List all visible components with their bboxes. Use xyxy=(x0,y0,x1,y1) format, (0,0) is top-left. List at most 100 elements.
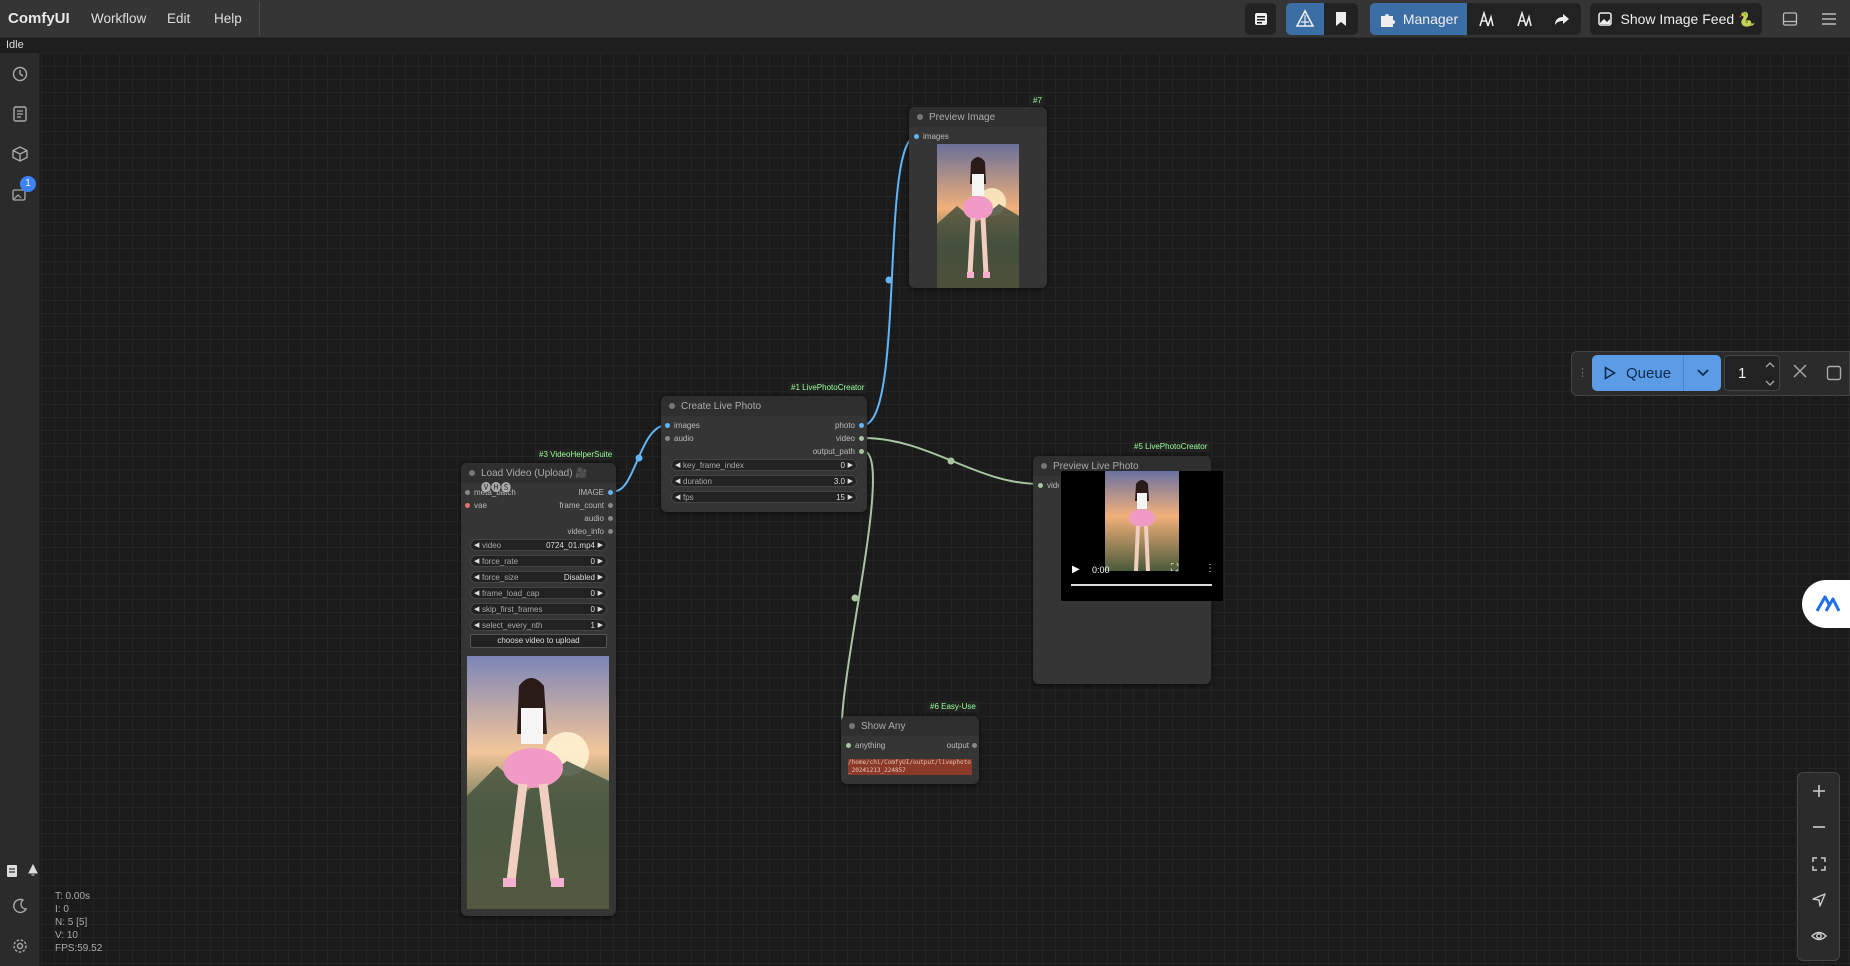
bookmark-button[interactable] xyxy=(1324,3,1358,35)
menu-help[interactable]: Help xyxy=(214,11,242,26)
input-slot-dot[interactable] xyxy=(465,503,470,508)
puzzle-icon xyxy=(1380,13,1395,27)
batch-count-input[interactable]: 1 xyxy=(1724,355,1780,391)
canvas-controls xyxy=(1797,772,1840,961)
play-icon[interactable]: ▶ xyxy=(1072,564,1080,575)
input-slot-dot[interactable] xyxy=(665,423,670,428)
minus-icon xyxy=(1813,826,1825,828)
collapse-dot[interactable] xyxy=(669,403,675,409)
workflow-list-button[interactable] xyxy=(1245,3,1276,35)
more-options-icon[interactable]: ⋮ xyxy=(1205,563,1215,574)
queue-history-button[interactable] xyxy=(9,63,31,85)
assistant-floating-button[interactable] xyxy=(1802,580,1850,628)
widget-force-rate[interactable]: ◀ force_rate 0 ▶ xyxy=(470,555,607,567)
input-slot-dot[interactable] xyxy=(914,134,919,139)
output-slot-dot[interactable] xyxy=(608,490,613,495)
model-library-button[interactable] xyxy=(9,143,31,165)
select-mode-button[interactable] xyxy=(1808,889,1830,911)
collapse-dot[interactable] xyxy=(849,723,855,729)
toggle-link-button[interactable] xyxy=(1286,3,1324,35)
share-arrow-icon xyxy=(1555,14,1569,25)
drag-handle[interactable]: ⋮ xyxy=(1577,366,1588,379)
top-menu-bar: ComfyUI Workflow Edit Help Manager Show … xyxy=(0,0,1850,38)
model-manager-button[interactable] xyxy=(1467,3,1505,35)
queue-mode-dropdown[interactable] xyxy=(1683,355,1721,391)
show-any-node[interactable]: Show Any anything output /home/chi/Comfy… xyxy=(841,716,979,784)
preview-image-thumbnail xyxy=(937,144,1019,288)
snapshot-button[interactable] xyxy=(1505,3,1543,35)
menu-workflow[interactable]: Workflow xyxy=(91,11,146,26)
output-slot-dot[interactable] xyxy=(608,516,613,521)
cancel-queue-button[interactable] xyxy=(1792,363,1812,383)
show-image-feed-button[interactable]: Show Image Feed 🐍 xyxy=(1590,3,1762,35)
fullscreen-icon[interactable]: ⛶ xyxy=(1171,563,1178,574)
stop-button[interactable] xyxy=(1826,365,1843,382)
widget-force-size[interactable]: ◀ force_size Disabled ▶ xyxy=(470,571,607,583)
choose-video-upload-button[interactable]: choose video to upload xyxy=(470,634,607,648)
widget-duration[interactable]: ◀ duration 3.0 ▶ xyxy=(671,475,857,487)
status-strip: Idle xyxy=(0,38,1850,53)
moon-icon xyxy=(13,898,28,914)
video-progress-bar[interactable] xyxy=(1071,584,1212,586)
output-slot-dot[interactable] xyxy=(859,449,864,454)
create-live-photo-node[interactable]: Create Live Photo images audio photo vid… xyxy=(661,396,867,512)
chevron-up-icon xyxy=(1765,362,1775,368)
load-video-node[interactable]: Load Video (Upload) 🎥🅥🅗🅢 meta_batch vae … xyxy=(461,463,616,916)
output-slot-dot[interactable] xyxy=(859,436,864,441)
manager-label: Manager xyxy=(1402,11,1459,27)
collapse-dot[interactable] xyxy=(917,114,923,120)
video-player[interactable]: ▶ 0:00 ⛶ ⋮ xyxy=(1061,471,1223,601)
close-icon xyxy=(1793,364,1807,378)
status-text: Idle xyxy=(6,39,24,51)
preview-image-node[interactable]: Preview Image images xyxy=(909,107,1047,288)
toggle-links-visibility-button[interactable] xyxy=(1808,925,1830,947)
node-library-button[interactable] xyxy=(9,103,31,125)
widget-fps[interactable]: ◀ fps 15 ▶ xyxy=(671,491,857,503)
zoom-out-button[interactable] xyxy=(1808,816,1830,838)
output-slot-label: output_path xyxy=(812,447,855,456)
input-slot-dot[interactable] xyxy=(465,490,470,495)
fit-view-icon xyxy=(1812,857,1826,871)
bookmark-icon xyxy=(1336,12,1346,26)
fit-view-button[interactable] xyxy=(1808,853,1830,875)
theme-toggle-button[interactable] xyxy=(9,895,31,917)
output-text-display[interactable]: /home/chi/ComfyUI/output/livephoto_20241… xyxy=(848,759,972,775)
widget-frame-load-cap[interactable]: ◀ frame_load_cap 0 ▶ xyxy=(470,587,607,599)
plus-icon xyxy=(1813,785,1825,797)
collapse-dot[interactable] xyxy=(1041,463,1047,469)
output-slot-label: frame_count xyxy=(559,501,604,510)
widget-key-frame-index[interactable]: ◀ key_frame_index 0 ▶ xyxy=(671,459,857,471)
terminal-button[interactable] xyxy=(3,860,21,882)
input-slot-dot[interactable] xyxy=(846,743,851,748)
bottom-panel-toggle[interactable] xyxy=(1778,3,1802,35)
panel-icon xyxy=(1782,12,1798,26)
output-slot-dot[interactable] xyxy=(972,743,977,748)
share-button[interactable] xyxy=(1543,3,1581,35)
input-slot-dot[interactable] xyxy=(665,436,670,441)
output-slot-dot[interactable] xyxy=(859,423,864,428)
widget-select-every-nth[interactable]: ◀ select_every_nth 1 ▶ xyxy=(470,619,607,631)
node-badge: #3 VideoHelperSuite xyxy=(536,449,616,460)
hamburger-menu-button[interactable] xyxy=(1817,3,1841,35)
gear-icon xyxy=(13,939,27,953)
output-slot-label: video xyxy=(835,434,855,443)
manager-button[interactable]: Manager xyxy=(1370,3,1467,35)
output-slot-dot[interactable] xyxy=(608,529,613,534)
preview-live-photo-node[interactable]: Preview Live Photo video ▶ 0:00 ⛶ ⋮ xyxy=(1033,456,1223,684)
assistant-logo-icon xyxy=(1815,595,1841,612)
triangle-logo-icon xyxy=(1295,9,1315,27)
input-slot-label: video xyxy=(1047,481,1059,490)
menu-edit[interactable]: Edit xyxy=(167,11,190,26)
stat-fps: FPS:59.52 xyxy=(55,943,103,954)
output-slot-dot[interactable] xyxy=(608,503,613,508)
input-slot-dot[interactable] xyxy=(1038,483,1043,488)
widget-video[interactable]: ◀ video 0724_01.mp4 ▶ xyxy=(470,539,607,551)
settings-button[interactable] xyxy=(9,935,31,957)
collapse-dot[interactable] xyxy=(469,470,475,476)
workflows-button[interactable]: 1 xyxy=(9,176,36,205)
zoom-in-button[interactable] xyxy=(1808,780,1830,802)
stat-nodes: N: 5 [5] xyxy=(55,917,88,928)
queue-button[interactable]: Queue xyxy=(1592,355,1683,391)
notification-button[interactable] xyxy=(24,860,42,882)
widget-skip-first-frames[interactable]: ◀ skip_first_frames 0 ▶ xyxy=(470,603,607,615)
